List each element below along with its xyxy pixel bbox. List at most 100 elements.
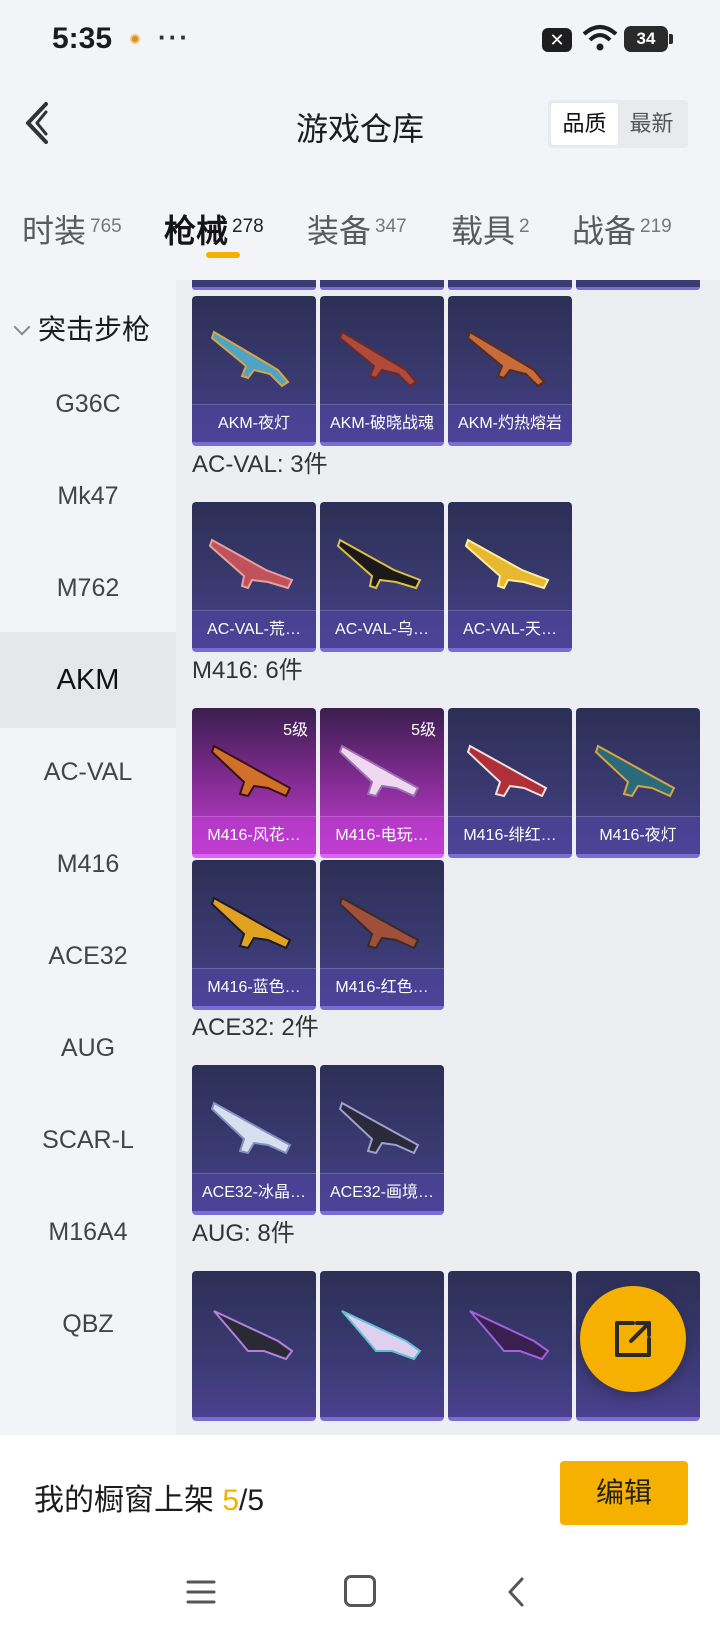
weapon-card[interactable]: M416-夜灯 (576, 708, 700, 858)
tab-vehicles[interactable]: 载具 2 (451, 206, 530, 252)
section-title-ace32: ACE32: 2件 (192, 1014, 319, 1041)
partial-card[interactable] (320, 280, 444, 290)
share-export-icon (615, 1321, 651, 1357)
sort-toggle: 品质 最新 (548, 100, 688, 148)
rifle-icon (210, 896, 292, 950)
sort-newest-button[interactable]: 最新 (618, 103, 685, 145)
chevron-down-icon (13, 318, 31, 336)
weapon-card[interactable] (192, 1271, 316, 1421)
sidebar-item-akm[interactable]: AKM (0, 632, 176, 728)
weapon-card[interactable]: AKM-灼热熔岩 (448, 296, 572, 446)
weapon-card-label: AKM-夜灯 (192, 404, 316, 442)
tab-label: 枪械 (164, 213, 229, 249)
rifle-icon (208, 538, 294, 590)
weapon-grid: AKM-夜灯 AKM-破晓战魂 AKM-灼热熔岩 AC-VAL: 3件 AC-V… (176, 280, 720, 1435)
rifle-icon (464, 538, 550, 590)
status-time: 5:35 (52, 22, 113, 55)
weapon-card-label: ACE32-画境… (320, 1173, 444, 1211)
weapon-sidebar: 突击步枪 G36C Mk47 M762 AKM AC-VAL M416 ACE3… (0, 280, 176, 1435)
weapon-card-label: M416-红色… (320, 968, 444, 1006)
showcase-status: 我的橱窗上架 5/5 (34, 1475, 264, 1519)
weapon-card[interactable]: AKM-夜灯 (192, 296, 316, 446)
rifle-icon (210, 744, 292, 798)
weapon-card-label: M416-电玩… (320, 816, 444, 854)
weapon-card-label: M416-风花… (192, 816, 316, 854)
rifle-icon (338, 330, 418, 388)
rifle-icon (338, 896, 420, 950)
sidebar-item-aug[interactable]: AUG (0, 1000, 176, 1096)
section-title-ac-val: AC-VAL: 3件 (192, 451, 328, 478)
rifle-icon (210, 330, 290, 388)
header: 游戏仓库 品质 最新 (0, 80, 720, 170)
home-icon[interactable] (344, 1575, 376, 1607)
partial-card[interactable] (448, 280, 572, 290)
section-title-aug: AUG: 8件 (192, 1220, 295, 1247)
tab-firearms[interactable]: 枪械 278 (164, 206, 264, 252)
weapon-card[interactable]: ACE32-画境… (320, 1065, 444, 1215)
tab-fashion[interactable]: 时装 765 (22, 206, 122, 252)
weapon-card[interactable]: M416-绯红… (448, 708, 572, 858)
edit-button[interactable]: 编辑 (560, 1461, 688, 1525)
showcase-current-count: 5 (222, 1484, 240, 1517)
weapon-card[interactable]: ACE32-冰晶… (192, 1065, 316, 1215)
rifle-icon (210, 1101, 292, 1155)
weapon-card[interactable]: 5级 M416-电玩… (320, 708, 444, 858)
weapon-card[interactable] (448, 1271, 572, 1421)
tab-count: 2 (519, 216, 530, 237)
rifle-icon (336, 538, 422, 590)
weapon-card-label: M416-绯红… (448, 816, 572, 854)
sidebar-item-qbz[interactable]: QBZ (0, 1276, 176, 1372)
rifle-icon (213, 1310, 294, 1361)
rifle-icon (341, 1310, 422, 1361)
weapon-card-label: M416-蓝色… (192, 968, 316, 1006)
status-more-icon: ··· (158, 22, 190, 52)
weapon-card[interactable] (320, 1271, 444, 1421)
back-icon[interactable] (504, 1575, 528, 1609)
tab-label: 装备 (307, 213, 372, 249)
weapon-card[interactable]: 5级 M416-风花… (192, 708, 316, 858)
showcase-total-count: /5 (239, 1484, 265, 1517)
weapon-card-label: AC-VAL-乌… (320, 610, 444, 648)
menu-icon[interactable] (186, 1579, 216, 1605)
notification-dot-icon (130, 34, 140, 44)
weapon-card[interactable]: M416-红色… (320, 860, 444, 1010)
weapon-card[interactable]: AC-VAL-乌… (320, 502, 444, 652)
weapon-card[interactable]: AC-VAL-荒… (192, 502, 316, 652)
sidebar-item-m762[interactable]: M762 (0, 540, 176, 636)
tab-active-indicator (206, 252, 240, 258)
rifle-icon (466, 744, 548, 798)
tab-equipment[interactable]: 装备 347 (307, 206, 407, 252)
sidebar-item-m416[interactable]: M416 (0, 816, 176, 912)
sidebar-item-scar-l[interactable]: SCAR-L (0, 1092, 176, 1188)
sidebar-group-label: 突击步枪 (38, 314, 151, 345)
battery-icon: 34 (624, 26, 673, 52)
showcase-label: 我的橱窗上架 (34, 1484, 223, 1517)
weapon-card-label: AC-VAL-天… (448, 610, 572, 648)
status-bar: 5:35 ··· ✕ 34 (0, 0, 720, 80)
rifle-icon (338, 744, 420, 798)
weapon-card-label: AKM-破晓战魂 (320, 404, 444, 442)
system-nav-bar (0, 1555, 720, 1640)
sidebar-item-g36c[interactable]: G36C (0, 356, 176, 452)
weapon-card[interactable]: AC-VAL-天… (448, 502, 572, 652)
sidebar-item-ace32[interactable]: ACE32 (0, 908, 176, 1004)
tab-label: 战备 (572, 213, 637, 249)
partial-card[interactable] (192, 280, 316, 290)
rifle-icon (469, 1310, 550, 1361)
sidebar-item-ac-val[interactable]: AC-VAL (0, 724, 176, 820)
sidebar-item-m16a4[interactable]: M16A4 (0, 1184, 176, 1280)
sort-quality-button[interactable]: 品质 (551, 103, 618, 145)
sidebar-item-mk47[interactable]: Mk47 (0, 448, 176, 544)
tab-count: 765 (90, 216, 122, 237)
sidebar-group-assault-rifles[interactable]: 突击步枪 (12, 308, 150, 348)
tab-count: 278 (232, 216, 264, 237)
category-tabs: 时装 765 枪械 278 装备 347 载具 2 战备 219 (0, 200, 720, 270)
tab-label: 载具 (451, 213, 516, 249)
rifle-icon (594, 744, 676, 798)
tab-supplies[interactable]: 战备 219 (572, 206, 672, 252)
partial-card[interactable] (576, 280, 700, 290)
weapon-card[interactable]: AKM-破晓战魂 (320, 296, 444, 446)
weapon-card[interactable]: M416-蓝色… (192, 860, 316, 1010)
showcase-bar: 我的橱窗上架 5/5 编辑 (0, 1435, 720, 1555)
share-export-button[interactable] (580, 1286, 686, 1392)
